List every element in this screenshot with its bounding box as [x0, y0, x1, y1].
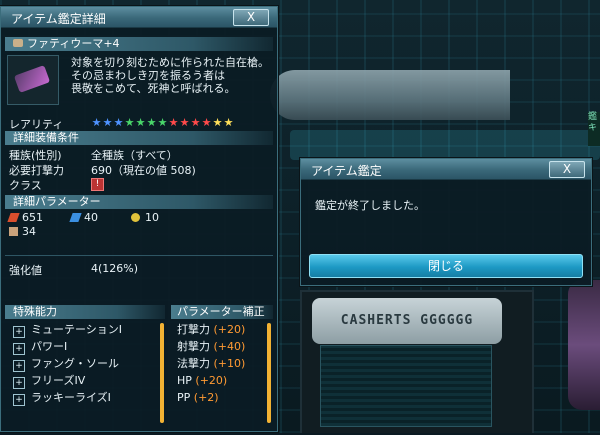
stat-special-value: 34 — [22, 225, 36, 238]
rarity-star-icon: ★ — [135, 116, 146, 129]
weapon-category-icon — [13, 39, 23, 47]
item-description-line-1: 対象を切り刻むために作られた自在槍。 — [71, 56, 269, 69]
expand-icon: + — [13, 360, 25, 372]
background-character — [568, 280, 600, 410]
race-value: 全種族（すべて） — [91, 149, 178, 162]
class-label: クラス — [9, 179, 42, 192]
appraisal-dialog: アイテム鑑定 X 鑑定が終了しました。 閉じる — [300, 158, 592, 286]
ability-name: パワーI — [31, 340, 68, 353]
item-detail-titlebar[interactable]: アイテム鑑定詳細 X — [1, 7, 277, 28]
rarity-star-icon: ★ — [179, 116, 190, 129]
special-icon — [9, 227, 18, 236]
rarity-star-icon: ★ — [223, 116, 234, 129]
background-sign: 鑑キ — [588, 112, 600, 146]
item-name-header: ファティウーマ+4 — [5, 37, 273, 51]
background-screen — [320, 345, 492, 427]
abilities-scrollbar[interactable] — [160, 323, 164, 423]
rarity-stars: ★★★★★★★★★★★★★ — [91, 116, 234, 129]
item-detail-window: アイテム鑑定詳細 X ファティウーマ+4 対象を切り刻むために作られた自在槍。 … — [0, 6, 278, 432]
item-detail-title: アイテム鑑定詳細 — [11, 12, 106, 26]
required-attack-label: 必要打撃力 — [9, 164, 64, 177]
ability-name: ファング・ソール — [31, 357, 119, 370]
ability-item[interactable]: + ミューテーションI — [13, 323, 123, 338]
expand-icon: + — [13, 377, 25, 389]
rarity-star-icon: ★ — [212, 116, 223, 129]
bonus-name: 法撃力 — [177, 357, 210, 370]
class-icon: ! — [91, 178, 104, 191]
bonus-panel: パラメーター補正 打撃力 (+20) 射撃力 (+40) 法撃力 (+10) H… — [171, 305, 273, 435]
grind-label: 強化値 — [9, 264, 42, 277]
appraisal-dialog-title: アイテム鑑定 — [311, 164, 382, 178]
item-thumbnail — [7, 55, 59, 105]
bonus-name: HP — [177, 374, 192, 387]
divider — [5, 255, 273, 256]
bonus-name: 打撃力 — [177, 323, 210, 336]
bonus-row: PP (+2) — [177, 391, 219, 405]
bonus-row: 打撃力 (+20) — [177, 323, 245, 337]
ability-item[interactable]: + ファング・ソール — [13, 357, 119, 372]
rarity-star-icon: ★ — [113, 116, 124, 129]
rarity-star-icon: ★ — [201, 116, 212, 129]
abilities-header: 特殊能力 — [5, 305, 165, 319]
abilities-panel: 特殊能力 + ミューテーションI + パワーI + ファング・ソール + フリーズIV … — [5, 305, 165, 435]
background-sign-plate: CASHERTS GGGGGG — [312, 298, 502, 344]
rarity-star-icon: ★ — [102, 116, 113, 129]
background-machine-arm — [270, 70, 510, 120]
appraisal-message: 鑑定が終了しました。 — [315, 199, 425, 212]
grind-value: 4(126%) — [91, 262, 139, 275]
expand-icon: + — [13, 343, 25, 355]
item-description-line-2: その忌まわしき刃を振るう者は — [71, 69, 225, 82]
bonus-row: 射撃力 (+40) — [177, 340, 245, 354]
bonus-row: HP (+20) — [177, 374, 227, 388]
bonus-header: パラメーター補正 — [171, 305, 273, 319]
item-name: ファティウーマ+4 — [27, 37, 120, 50]
bonus-scrollbar[interactable] — [267, 323, 271, 423]
abilities-scroll-thumb[interactable] — [160, 323, 164, 423]
bonus-value: (+2) — [193, 391, 219, 404]
rarity-star-icon: ★ — [146, 116, 157, 129]
bonus-value: (+20) — [213, 323, 246, 336]
ability-name: ラッキーライズI — [31, 391, 111, 404]
rarity-star-icon: ★ — [124, 116, 135, 129]
tech-icon — [131, 213, 140, 222]
requirements-header: 詳細装備条件 — [5, 131, 273, 145]
appraisal-dialog-titlebar[interactable]: アイテム鑑定 X — [301, 159, 591, 180]
bonus-value: (+10) — [213, 357, 246, 370]
background-glow-panel — [290, 130, 600, 160]
rarity-star-icon: ★ — [91, 116, 102, 129]
parameters-header: 詳細パラメーター — [5, 195, 273, 209]
ability-name: ミューテーションI — [31, 323, 123, 336]
rarity-star-icon: ★ — [157, 116, 168, 129]
bonus-row: 法撃力 (+10) — [177, 357, 245, 371]
close-dialog-button[interactable]: 閉じる — [309, 254, 583, 278]
bonus-value: (+20) — [195, 374, 228, 387]
race-label: 種族(性別) — [9, 149, 62, 162]
weapon-image — [13, 65, 51, 93]
appraisal-dialog-close-button[interactable]: X — [549, 161, 585, 178]
bonus-scroll-thumb[interactable] — [267, 323, 271, 423]
bonus-value: (+40) — [213, 340, 246, 353]
ability-name: フリーズIV — [31, 374, 86, 387]
ability-item[interactable]: + ラッキーライズI — [13, 391, 111, 406]
stat-range-value: 40 — [84, 211, 98, 224]
item-description-line-3: 畏敬をこめて、死神と呼ばれる。 — [71, 82, 236, 95]
expand-icon: + — [13, 326, 25, 338]
rarity-label: レアリティ — [9, 118, 64, 131]
required-attack-value: 690（現在の値 508) — [91, 164, 196, 177]
stat-tech-value: 10 — [145, 211, 159, 224]
rarity-star-icon: ★ — [190, 116, 201, 129]
item-detail-close-button[interactable]: X — [233, 9, 269, 26]
attack-icon — [7, 213, 20, 222]
expand-icon: + — [13, 394, 25, 406]
range-icon — [69, 213, 82, 222]
bonus-name: PP — [177, 391, 191, 404]
ability-item[interactable]: + フリーズIV — [13, 374, 86, 389]
rarity-star-icon: ★ — [168, 116, 179, 129]
bonus-name: 射撃力 — [177, 340, 210, 353]
ability-item[interactable]: + パワーI — [13, 340, 68, 355]
stat-attack-value: 651 — [22, 211, 43, 224]
